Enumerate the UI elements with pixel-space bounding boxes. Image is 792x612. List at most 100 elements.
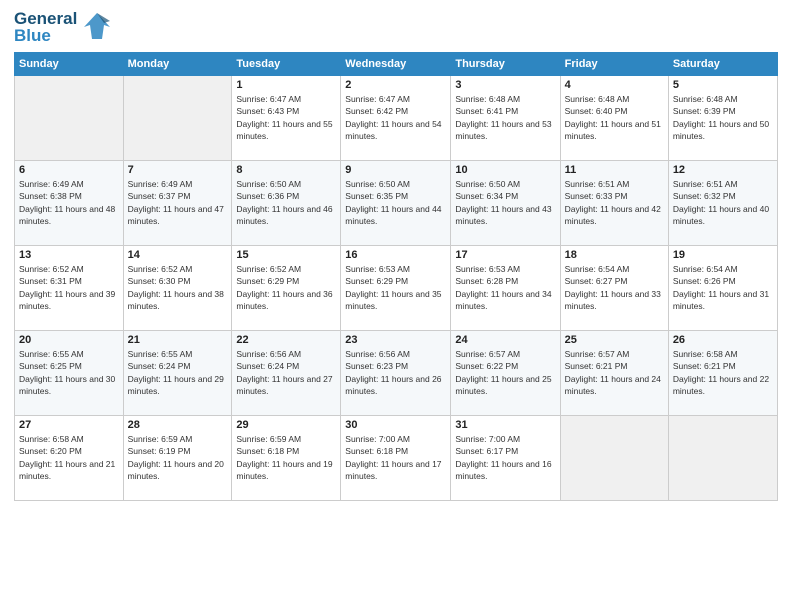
day-number: 25: [565, 334, 664, 346]
day-cell: 15 Sunrise: 6:52 AM Sunset: 6:29 PM Dayli…: [232, 246, 341, 331]
day-info: Sunrise: 6:58 AM Sunset: 6:20 PM Dayligh…: [19, 433, 119, 482]
day-info: Sunrise: 6:59 AM Sunset: 6:19 PM Dayligh…: [128, 433, 228, 482]
day-info: Sunrise: 6:47 AM Sunset: 6:42 PM Dayligh…: [345, 93, 446, 142]
day-cell: 21 Sunrise: 6:55 AM Sunset: 6:24 PM Dayli…: [123, 331, 232, 416]
day-number: 28: [128, 419, 228, 431]
day-info: Sunrise: 6:56 AM Sunset: 6:23 PM Dayligh…: [345, 348, 446, 397]
day-number: 18: [565, 249, 664, 261]
day-cell: 16Sunrise: 6:53 AM Sunset: 6:29 PM Dayli…: [341, 246, 451, 331]
day-cell: [123, 76, 232, 161]
day-cell: 3Sunrise: 6:48 AM Sunset: 6:41 PM Daylig…: [451, 76, 560, 161]
weekday-header-tuesday: Tuesday: [232, 53, 341, 76]
day-number: 6: [19, 164, 119, 176]
day-info: Sunrise: 6:52 AM Sunset: 6:30 PM Dayligh…: [128, 263, 228, 312]
day-cell: 2Sunrise: 6:47 AM Sunset: 6:42 PM Daylig…: [341, 76, 451, 161]
day-info: Sunrise: 6:57 AM Sunset: 6:21 PM Dayligh…: [565, 348, 664, 397]
day-info: Sunrise: 6:57 AM Sunset: 6:22 PM Dayligh…: [455, 348, 555, 397]
day-number: 12: [673, 164, 773, 176]
day-info: Sunrise: 6:54 AM Sunset: 6:27 PM Dayligh…: [565, 263, 664, 312]
day-number: 5: [673, 79, 773, 91]
day-info: Sunrise: 6:52 AM Sunset: 6:29 PM Dayligh…: [236, 263, 336, 312]
day-info: Sunrise: 6:58 AM Sunset: 6:21 PM Dayligh…: [673, 348, 773, 397]
day-cell: 28 Sunrise: 6:59 AM Sunset: 6:19 PM Dayli…: [123, 416, 232, 501]
day-info: Sunrise: 6:50 AM Sunset: 6:34 PM Dayligh…: [455, 178, 555, 227]
day-number: 1: [236, 79, 336, 91]
weekday-header-row: SundayMondayTuesdayWednesdayThursdayFrid…: [15, 53, 778, 76]
day-cell: 12 Sunrise: 6:51 AM Sunset: 6:32 PM Dayli…: [668, 161, 777, 246]
day-info: Sunrise: 6:48 AM Sunset: 6:39 PM Dayligh…: [673, 93, 773, 142]
day-cell: 23 Sunrise: 6:56 AM Sunset: 6:23 PM Dayli…: [341, 331, 451, 416]
day-number: 17: [455, 249, 555, 261]
day-info: Sunrise: 6:52 AM Sunset: 6:31 PM Dayligh…: [19, 263, 119, 312]
day-number: 31: [455, 419, 555, 431]
day-cell: [560, 416, 668, 501]
week-row-5: 27 Sunrise: 6:58 AM Sunset: 6:20 PM Dayli…: [15, 416, 778, 501]
day-number: 29: [236, 419, 336, 431]
week-row-4: 20 Sunrise: 6:55 AM Sunset: 6:25 PM Dayli…: [15, 331, 778, 416]
day-cell: 30 Sunrise: 7:00 AM Sunset: 6:18 PM Dayli…: [341, 416, 451, 501]
day-info: Sunrise: 6:55 AM Sunset: 6:24 PM Dayligh…: [128, 348, 228, 397]
day-info: Sunrise: 6:50 AM Sunset: 6:35 PM Dayligh…: [345, 178, 446, 227]
day-cell: 9 Sunrise: 6:50 AM Sunset: 6:35 PM Daylig…: [341, 161, 451, 246]
day-cell: 17 Sunrise: 6:53 AM Sunset: 6:28 PM Dayli…: [451, 246, 560, 331]
day-number: 27: [19, 419, 119, 431]
day-cell: 13Sunrise: 6:52 AM Sunset: 6:31 PM Dayli…: [15, 246, 124, 331]
day-cell: [668, 416, 777, 501]
day-number: 8: [236, 164, 336, 176]
day-info: Sunrise: 6:48 AM Sunset: 6:41 PM Dayligh…: [455, 93, 555, 142]
day-number: 26: [673, 334, 773, 346]
day-number: 23: [345, 334, 446, 346]
day-number: 30: [345, 419, 446, 431]
day-info: Sunrise: 6:50 AM Sunset: 6:36 PM Dayligh…: [236, 178, 336, 227]
weekday-header-sunday: Sunday: [15, 53, 124, 76]
day-number: 20: [19, 334, 119, 346]
day-number: 9: [345, 164, 446, 176]
day-cell: 10 Sunrise: 6:50 AM Sunset: 6:34 PM Dayli…: [451, 161, 560, 246]
day-number: 7: [128, 164, 228, 176]
weekday-header-wednesday: Wednesday: [341, 53, 451, 76]
day-cell: 27 Sunrise: 6:58 AM Sunset: 6:20 PM Dayli…: [15, 416, 124, 501]
day-cell: 14 Sunrise: 6:52 AM Sunset: 6:30 PM Dayli…: [123, 246, 232, 331]
day-info: Sunrise: 7:00 AM Sunset: 6:18 PM Dayligh…: [345, 433, 446, 482]
day-number: 10: [455, 164, 555, 176]
week-row-3: 13Sunrise: 6:52 AM Sunset: 6:31 PM Dayli…: [15, 246, 778, 331]
day-cell: 22 Sunrise: 6:56 AM Sunset: 6:24 PM Dayli…: [232, 331, 341, 416]
day-number: 11: [565, 164, 664, 176]
day-cell: 26 Sunrise: 6:58 AM Sunset: 6:21 PM Dayli…: [668, 331, 777, 416]
day-number: 21: [128, 334, 228, 346]
day-cell: [15, 76, 124, 161]
day-number: 16: [345, 249, 446, 261]
day-info: Sunrise: 6:49 AM Sunset: 6:37 PM Dayligh…: [128, 178, 228, 227]
logo-blue: Blue: [14, 27, 77, 44]
week-row-2: 6Sunrise: 6:49 AM Sunset: 6:38 PM Daylig…: [15, 161, 778, 246]
day-info: Sunrise: 6:59 AM Sunset: 6:18 PM Dayligh…: [236, 433, 336, 482]
header: General Blue: [14, 10, 778, 44]
week-row-1: 1Sunrise: 6:47 AM Sunset: 6:43 PM Daylig…: [15, 76, 778, 161]
day-number: 19: [673, 249, 773, 261]
day-cell: 11Sunrise: 6:51 AM Sunset: 6:33 PM Dayli…: [560, 161, 668, 246]
day-cell: 1Sunrise: 6:47 AM Sunset: 6:43 PM Daylig…: [232, 76, 341, 161]
day-number: 15: [236, 249, 336, 261]
day-cell: 24Sunrise: 6:57 AM Sunset: 6:22 PM Dayli…: [451, 331, 560, 416]
logo-general: General: [14, 10, 77, 27]
day-number: 22: [236, 334, 336, 346]
day-cell: 5 Sunrise: 6:48 AM Sunset: 6:39 PM Daylig…: [668, 76, 777, 161]
day-cell: 31Sunrise: 7:00 AM Sunset: 6:17 PM Dayli…: [451, 416, 560, 501]
day-cell: 4Sunrise: 6:48 AM Sunset: 6:40 PM Daylig…: [560, 76, 668, 161]
day-number: 14: [128, 249, 228, 261]
calendar-container: General Blue SundayMondayTuesdayWednesda…: [0, 0, 792, 612]
weekday-header-monday: Monday: [123, 53, 232, 76]
day-info: Sunrise: 6:56 AM Sunset: 6:24 PM Dayligh…: [236, 348, 336, 397]
weekday-header-saturday: Saturday: [668, 53, 777, 76]
weekday-header-friday: Friday: [560, 53, 668, 76]
day-cell: 20 Sunrise: 6:55 AM Sunset: 6:25 PM Dayli…: [15, 331, 124, 416]
day-cell: 8 Sunrise: 6:50 AM Sunset: 6:36 PM Daylig…: [232, 161, 341, 246]
logo-bird-icon: [82, 11, 112, 43]
day-info: Sunrise: 6:55 AM Sunset: 6:25 PM Dayligh…: [19, 348, 119, 397]
day-info: Sunrise: 6:48 AM Sunset: 6:40 PM Dayligh…: [565, 93, 664, 142]
day-cell: 6Sunrise: 6:49 AM Sunset: 6:38 PM Daylig…: [15, 161, 124, 246]
day-info: Sunrise: 6:54 AM Sunset: 6:26 PM Dayligh…: [673, 263, 773, 312]
day-info: Sunrise: 6:51 AM Sunset: 6:32 PM Dayligh…: [673, 178, 773, 227]
day-info: Sunrise: 6:53 AM Sunset: 6:28 PM Dayligh…: [455, 263, 555, 312]
weekday-header-thursday: Thursday: [451, 53, 560, 76]
